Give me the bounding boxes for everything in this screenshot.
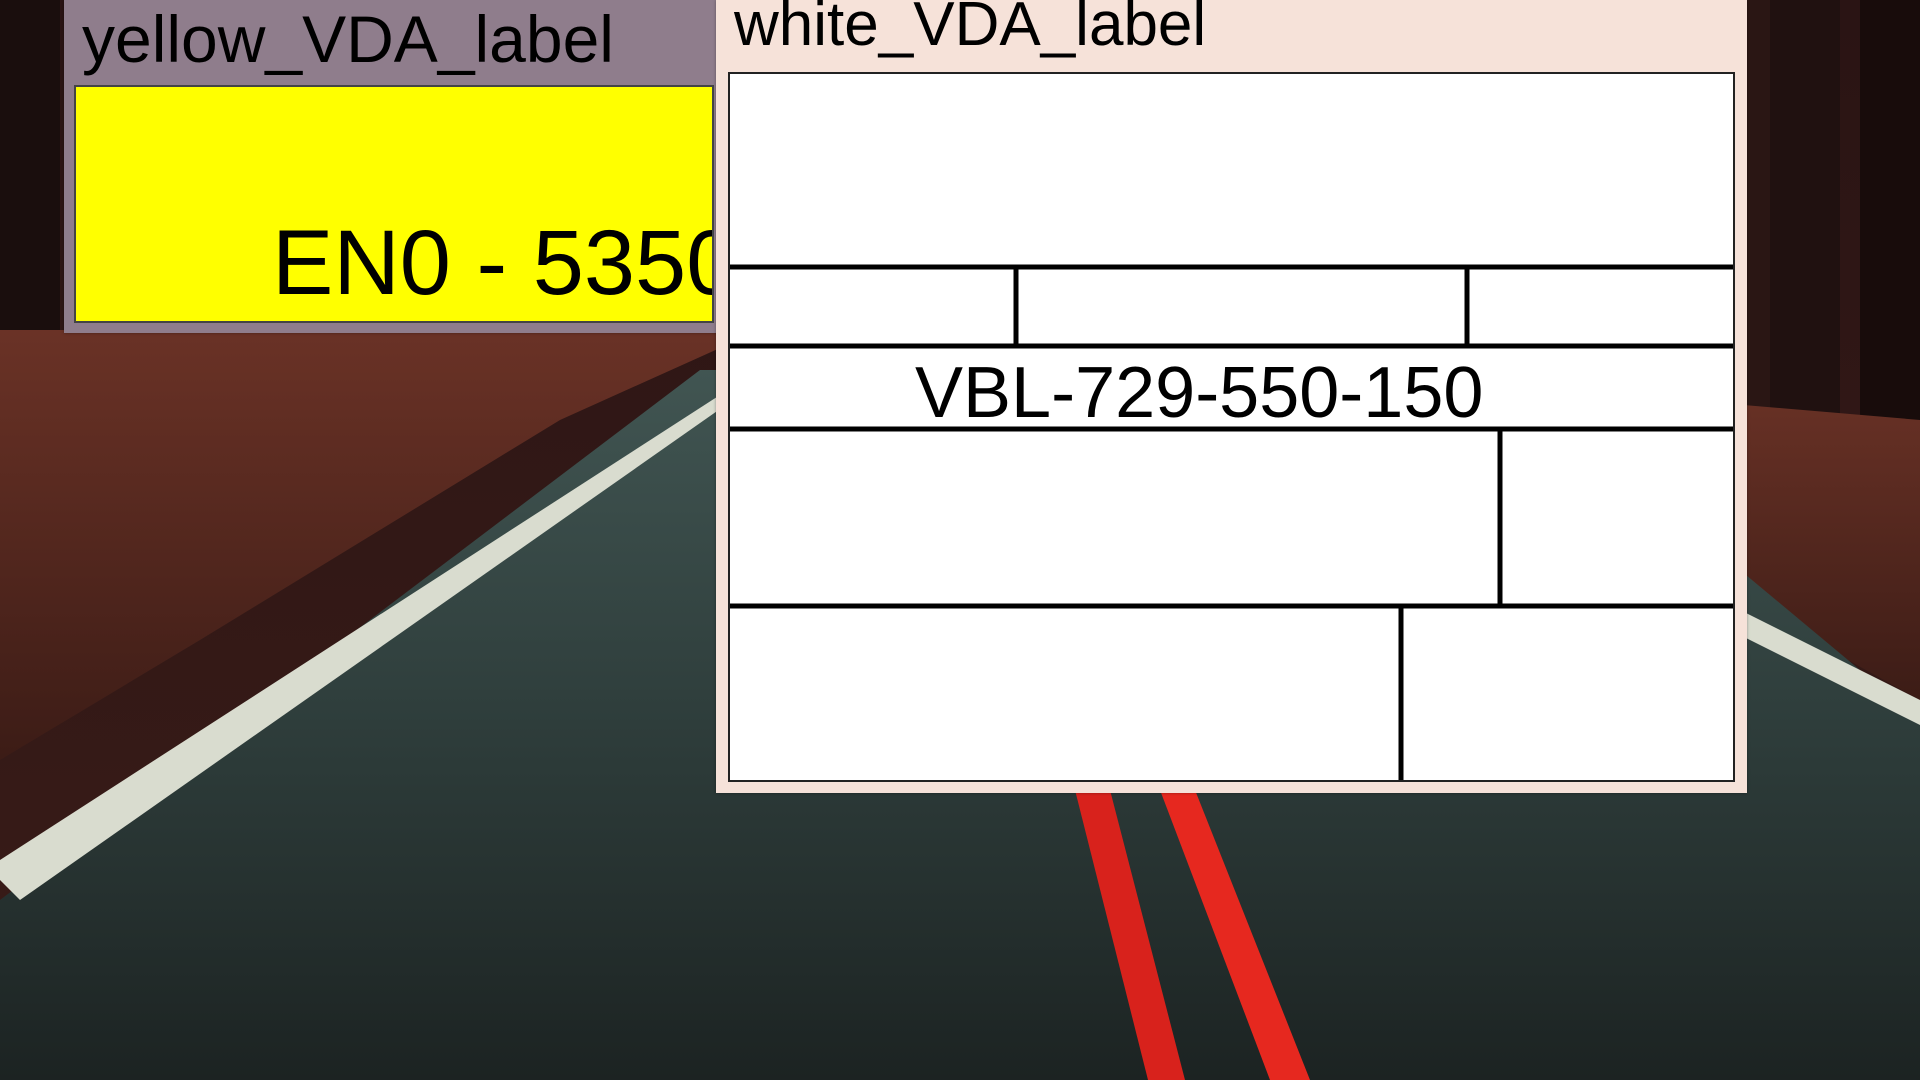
white-vda-label-window[interactable]: white_VDA_label VBL-729-550-150 [716, 0, 1747, 793]
part-number-field: VBL-729-550-150 [915, 353, 1484, 433]
yellow-label-canvas: EN0 - 5350 [74, 85, 714, 323]
window-title-white[interactable]: white_VDA_label [716, 0, 1747, 58]
white-label-form: VBL-729-550-150 [728, 72, 1735, 782]
yellow-vda-label-window[interactable]: yellow_VDA_label EN0 - 5350 [64, 0, 724, 333]
yellow-label-text: EN0 - 5350 [272, 212, 714, 314]
window-title-yellow[interactable]: yellow_VDA_label [64, 0, 724, 86]
